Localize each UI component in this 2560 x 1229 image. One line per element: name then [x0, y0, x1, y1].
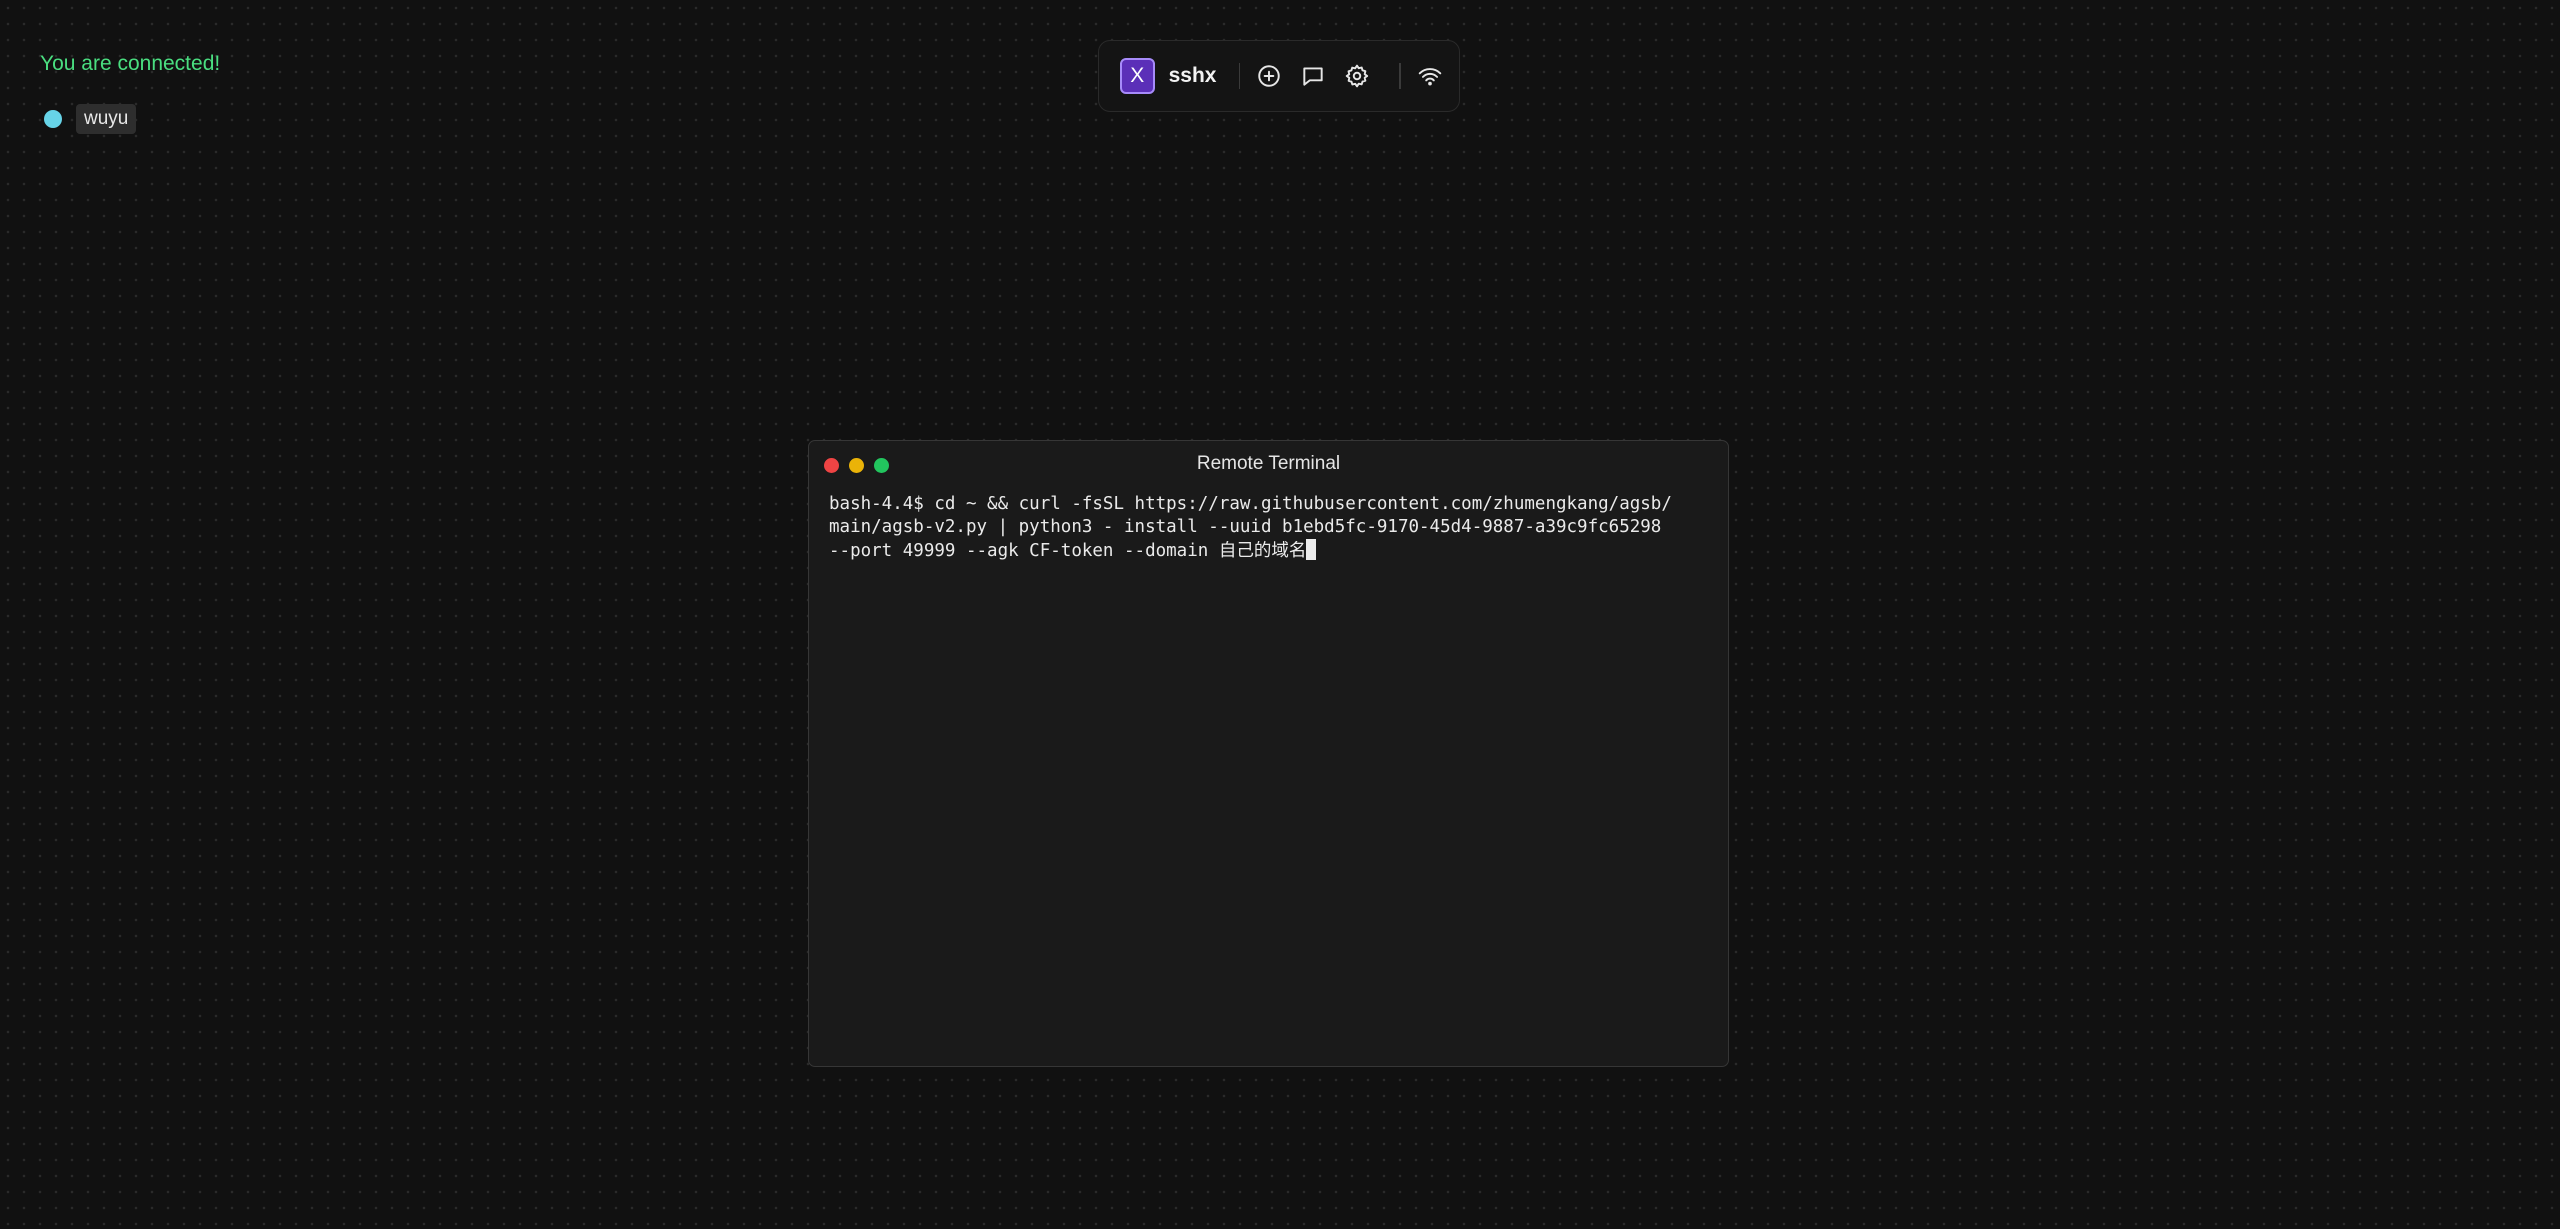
- new-terminal-button[interactable]: [1254, 61, 1284, 92]
- terminal-window[interactable]: Remote Terminal bash-4.4$ cd ~ && curl -…: [808, 440, 1729, 1067]
- user-name: wuyu: [76, 104, 137, 134]
- terminal-titlebar[interactable]: Remote Terminal: [809, 441, 1728, 487]
- chat-icon: [1303, 67, 1323, 86]
- terminal-line: --port 49999 --agk CF-token --domain 自己的…: [829, 541, 1307, 561]
- plus-circle-icon: [1258, 65, 1280, 87]
- chat-button[interactable]: [1298, 61, 1328, 92]
- app-name: sshx: [1168, 64, 1217, 87]
- connection-status: You are connected!: [40, 52, 221, 75]
- window-controls: [824, 458, 889, 473]
- terminal-line: bash-4.4$ cd ~ && curl -fsSL https://raw…: [829, 494, 1672, 514]
- app-logo[interactable]: X: [1120, 58, 1155, 94]
- toolbar-divider: [1238, 63, 1241, 89]
- terminal-title: Remote Terminal: [1196, 453, 1341, 474]
- wifi-icon: [1418, 68, 1442, 86]
- terminal-line-last: --port 49999 --agk CF-token --domain 自己的…: [829, 539, 1709, 563]
- gear-icon: [1345, 64, 1368, 88]
- close-window-button[interactable]: [824, 458, 839, 473]
- terminal-line: main/agsb-v2.py | python3 - install --uu…: [829, 517, 1662, 537]
- maximize-window-button[interactable]: [874, 458, 889, 473]
- minimize-window-button[interactable]: [849, 458, 864, 473]
- toolbar-divider: [1399, 63, 1402, 89]
- settings-button[interactable]: [1342, 61, 1372, 92]
- terminal-cursor: [1306, 539, 1317, 560]
- terminal-output[interactable]: bash-4.4$ cd ~ && curl -fsSL https://raw…: [809, 487, 1728, 563]
- toolbar: X sshx: [1098, 40, 1460, 112]
- network-status-button[interactable]: [1415, 61, 1445, 92]
- user-list-item: wuyu: [44, 104, 137, 134]
- user-color-dot: [44, 110, 62, 128]
